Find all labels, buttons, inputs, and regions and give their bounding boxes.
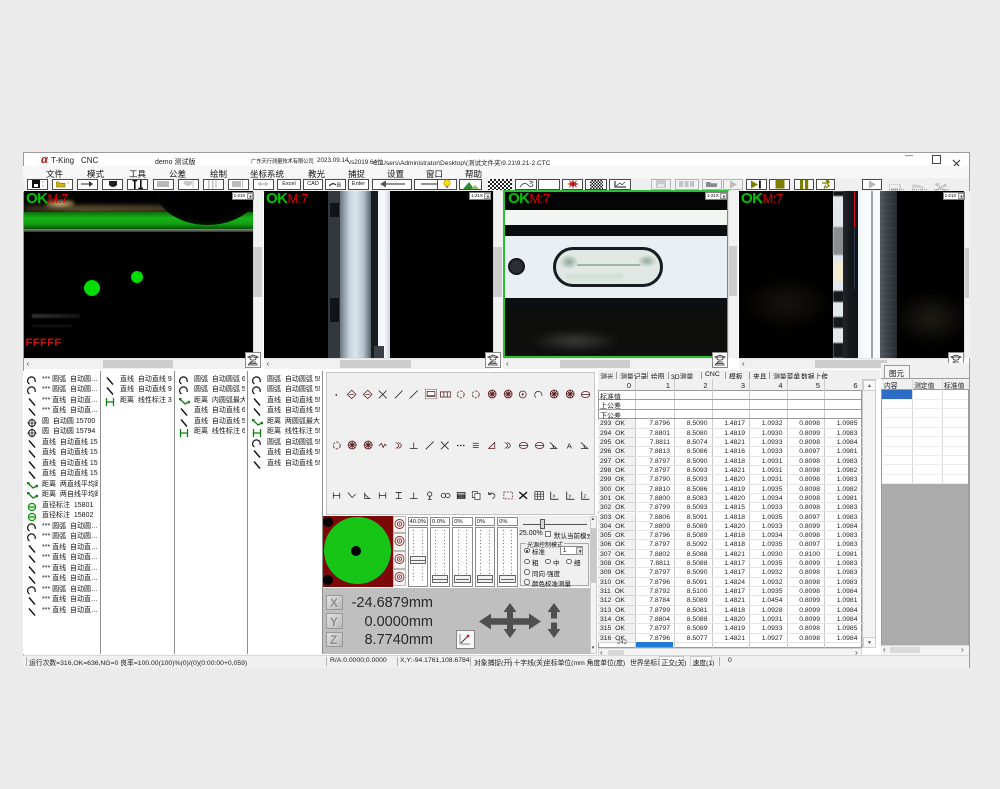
svg-text:y: y bbox=[568, 493, 571, 499]
svg-text:x: x bbox=[553, 493, 556, 499]
svg-text:B: B bbox=[337, 183, 341, 188]
svg-text:z: z bbox=[584, 493, 587, 499]
svg-text:A: A bbox=[566, 441, 572, 450]
